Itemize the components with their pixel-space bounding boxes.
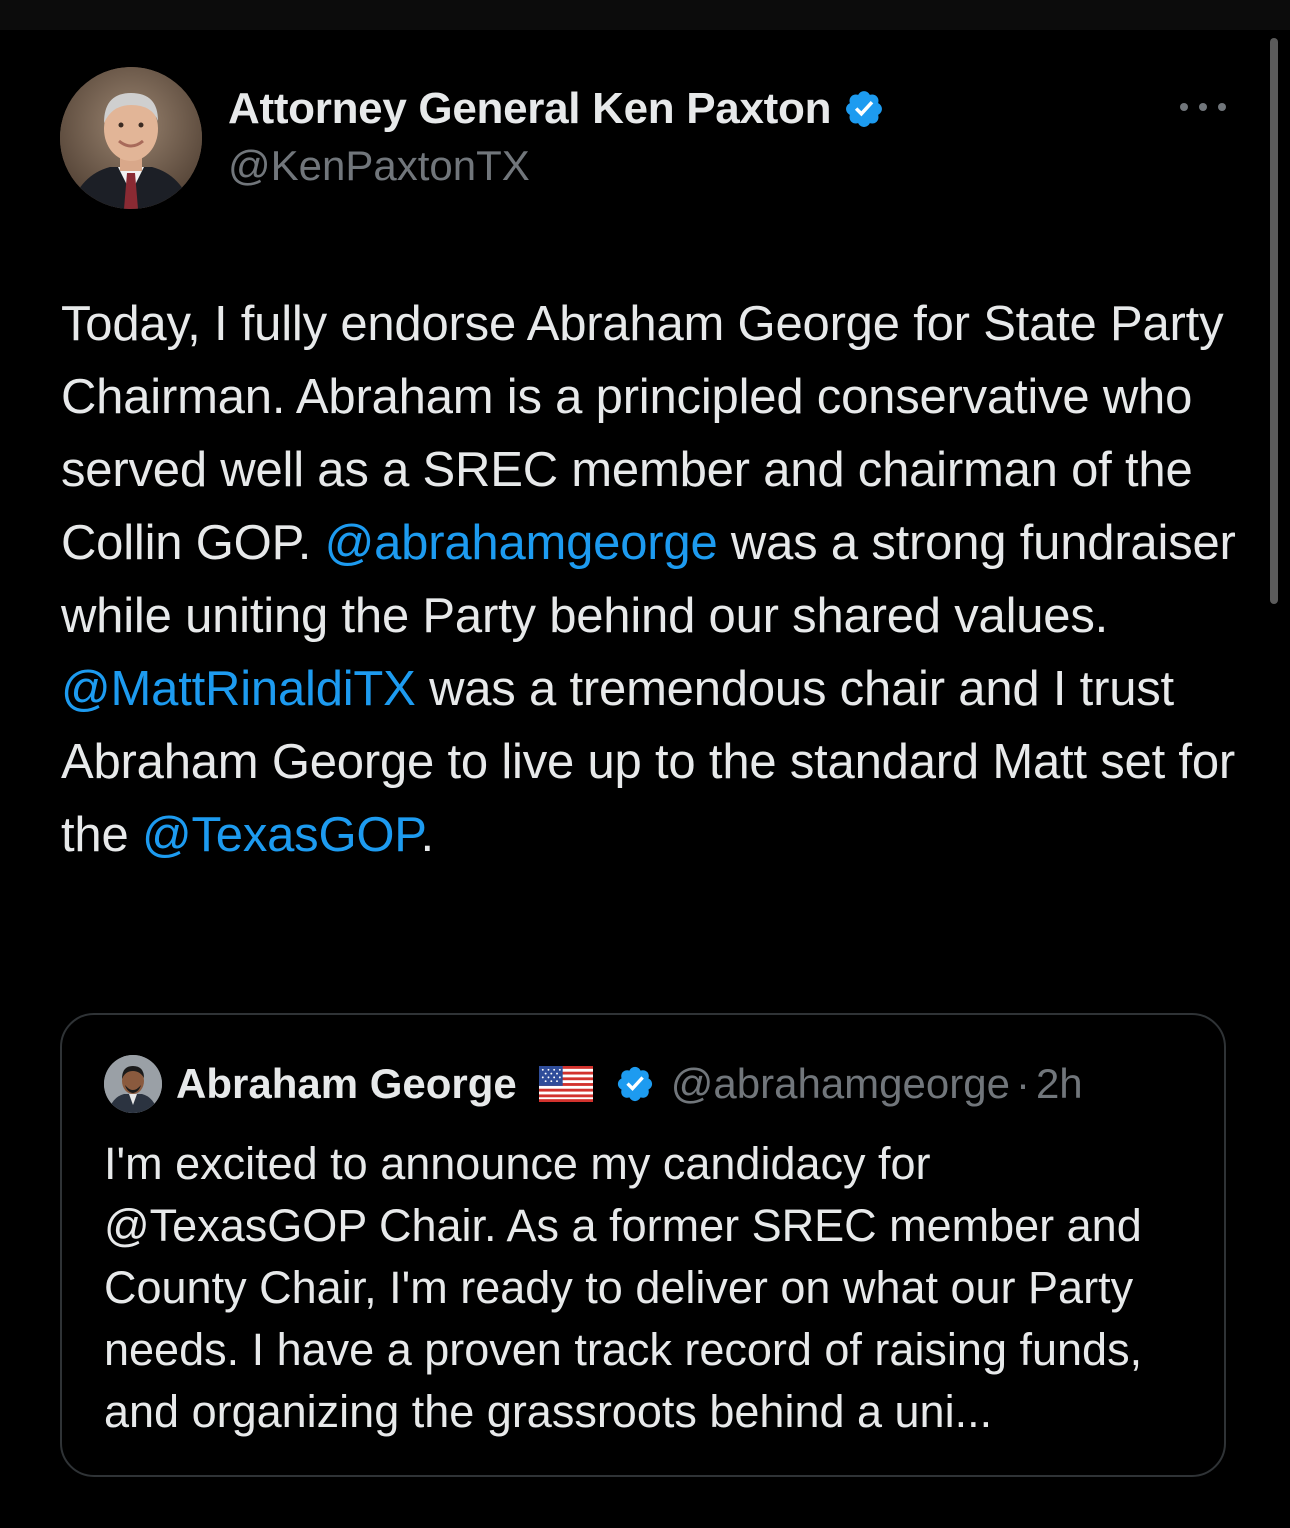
mention-link[interactable]: @MattRinaldiTX xyxy=(61,662,416,716)
mention-link[interactable]: @abrahamgeorge xyxy=(325,516,718,570)
status-bar-strip xyxy=(0,0,1290,30)
author-info: Attorney General Ken Paxton @KenPaxtonTX xyxy=(228,80,885,190)
author-name[interactable]: Attorney General Ken Paxton xyxy=(228,84,831,134)
separator-dot: · xyxy=(1015,1060,1030,1107)
quoted-tweet-header: Abraham George @abrahamgeorge · 2h xyxy=(104,1055,1083,1113)
author-handle[interactable]: @KenPaxtonTX xyxy=(228,142,885,190)
scrollbar[interactable] xyxy=(1270,38,1278,604)
quoted-tweet-text: I'm excited to announce my candidacy for… xyxy=(104,1138,1143,1437)
quoted-author-handle[interactable]: @abrahamgeorge xyxy=(671,1060,1010,1108)
quoted-author-name[interactable]: Abraham George xyxy=(176,1060,517,1108)
tweet-text-segment: . xyxy=(420,808,434,862)
scrollbar-thumb[interactable] xyxy=(1270,38,1278,604)
more-options-icon xyxy=(1218,103,1226,111)
quoted-tweet-card[interactable]: Abraham George @abrahamgeorge · 2h I'm e… xyxy=(60,1013,1226,1477)
verified-badge-icon[interactable] xyxy=(843,88,885,130)
verified-badge-icon[interactable] xyxy=(615,1064,655,1104)
quoted-tweet-timestamp[interactable]: 2h xyxy=(1036,1060,1083,1108)
tweet-text: Today, I fully endorse Abraham George fo… xyxy=(61,288,1241,872)
quoted-author-avatar[interactable] xyxy=(104,1055,162,1113)
us-flag-icon xyxy=(538,1066,593,1102)
more-options-button[interactable] xyxy=(1180,92,1226,122)
mention-link[interactable]: @TexasGOP xyxy=(142,808,421,862)
author-avatar[interactable] xyxy=(60,67,202,209)
more-options-icon xyxy=(1199,103,1207,111)
author-name-row: Attorney General Ken Paxton xyxy=(228,80,885,138)
more-options-icon xyxy=(1180,103,1188,111)
